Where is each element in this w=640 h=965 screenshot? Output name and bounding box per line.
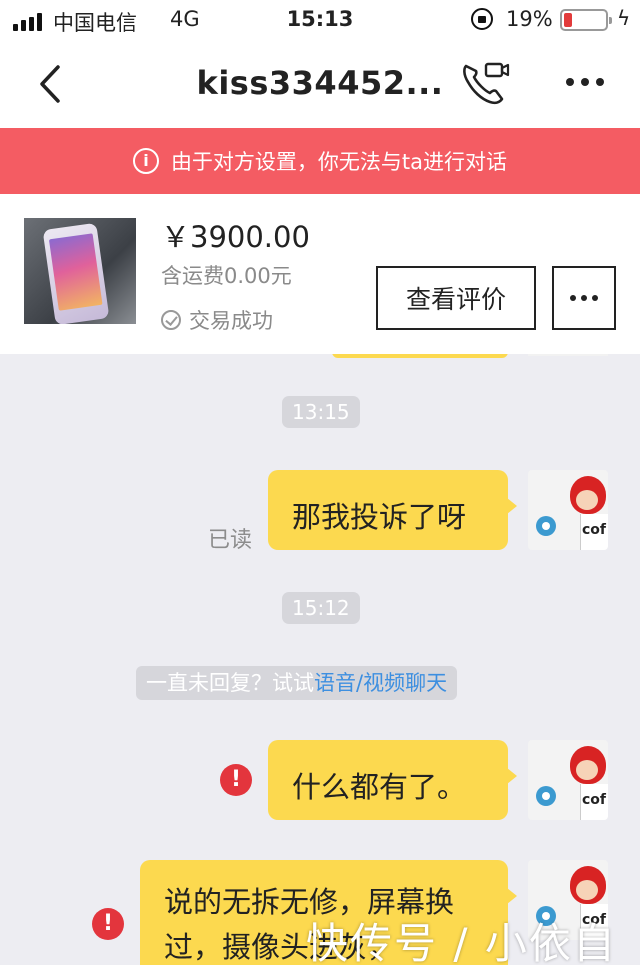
more-dots-icon[interactable] [566, 78, 604, 86]
product-card[interactable]: ￥3900.00 含运费0.00元 交易成功 查看评价 [0, 194, 640, 354]
avatar-cup-text: cof [582, 792, 607, 808]
view-review-button[interactable]: 查看评价 [376, 266, 536, 330]
chat-header: kiss334452... [0, 40, 640, 128]
call-hint: 一直未回复？试试语音/视频聊天 [136, 666, 458, 700]
trade-status-label: 交易成功 [189, 309, 273, 333]
info-icon: i [132, 148, 159, 174]
avatar[interactable]: cof [528, 740, 608, 820]
hint-text: 一直未回复？试试 [146, 671, 314, 695]
avatar[interactable]: cof [528, 470, 608, 550]
status-bar: 中国电信 4G 15:13 19% ϟ [0, 0, 640, 40]
trade-status: 交易成功 [161, 305, 273, 335]
lightning-icon: ϟ [617, 6, 631, 30]
blocked-banner: i 由于对方设置，你无法与ta进行对话 [0, 128, 640, 194]
avatar-cup-text: cof [582, 522, 607, 538]
error-icon[interactable]: ! [92, 908, 124, 940]
timestamp: 13:15 [282, 396, 360, 428]
chat-title: kiss334452... [196, 64, 444, 102]
rotation-lock-icon [471, 8, 493, 30]
shipping-fee: 含运费0.00元 [161, 264, 292, 288]
message-bubble-partial [332, 354, 508, 358]
battery-icon [560, 9, 612, 31]
message-bubble[interactable]: 什么都有了。 [268, 740, 517, 820]
battery-percent: 19% [506, 7, 553, 31]
avatar-partial [528, 354, 608, 356]
voice-video-chat-link[interactable]: 语音/视频聊天 [314, 671, 447, 695]
product-price: ￥3900.00 [161, 220, 310, 254]
phone-video-icon[interactable] [460, 60, 510, 106]
chevron-left-icon[interactable] [36, 64, 66, 104]
chat-area[interactable]: 13:15 已读 那我投诉了呀 cof 15:12 一直未回复？试试语音/视频聊… [0, 354, 640, 965]
message-text: 那我投诉了呀 [292, 500, 467, 534]
check-circle-icon [161, 310, 181, 330]
timestamp: 15:12 [282, 592, 360, 624]
product-thumbnail[interactable] [24, 218, 136, 324]
phone-image [42, 222, 110, 324]
message-text: 什么都有了。 [292, 770, 467, 804]
message-bubble[interactable]: 那我投诉了呀 [268, 470, 517, 550]
error-icon[interactable]: ! [220, 764, 252, 796]
product-more-button[interactable] [552, 266, 616, 330]
banner-text: 由于对方设置，你无法与ta进行对话 [170, 150, 508, 174]
read-receipt: 已读 [208, 528, 253, 553]
watermark: 快传号 / 小依自 [306, 919, 617, 965]
